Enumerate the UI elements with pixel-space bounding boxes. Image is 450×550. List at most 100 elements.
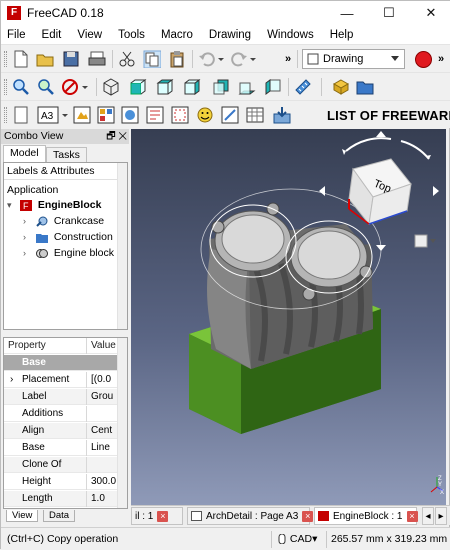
toolbar-overflow-icon[interactable]: » xyxy=(285,53,291,65)
close-tab-icon[interactable]: × xyxy=(157,510,169,522)
open-folder-icon[interactable] xyxy=(36,50,54,68)
toolbar-grip[interactable] xyxy=(4,107,7,123)
chevron-right-icon[interactable]: › xyxy=(23,245,33,261)
property-value[interactable]: 1.0 xyxy=(88,491,118,507)
property-row[interactable]: Align Cent xyxy=(4,423,118,439)
view-isometric-icon[interactable] xyxy=(102,78,120,96)
redo-icon[interactable] xyxy=(230,50,248,68)
float-panel-icon[interactable]: 🗗 xyxy=(106,131,115,142)
property-value[interactable]: 300.0 xyxy=(88,474,118,490)
annotation-icon[interactable] xyxy=(146,106,164,124)
nav-arrow-left-icon[interactable] xyxy=(319,186,325,196)
chevron-down-icon[interactable] xyxy=(430,239,436,243)
undo-dropdown-icon[interactable] xyxy=(217,50,225,68)
print-icon[interactable] xyxy=(88,50,106,68)
paste-icon[interactable] xyxy=(168,50,186,68)
ortho-views-icon[interactable] xyxy=(97,106,115,124)
clip-group-icon[interactable] xyxy=(171,106,189,124)
menu-macro[interactable]: Macro xyxy=(153,29,201,41)
property-value[interactable]: Line xyxy=(88,440,118,456)
undo-icon[interactable] xyxy=(198,50,216,68)
cut-icon[interactable] xyxy=(118,50,136,68)
export-page-icon[interactable] xyxy=(273,106,291,124)
draw-style-icon[interactable] xyxy=(61,78,79,96)
open-browser-view-icon[interactable] xyxy=(121,106,139,124)
view-menu-cube-icon[interactable] xyxy=(414,234,428,248)
menu-tools[interactable]: Tools xyxy=(110,29,153,41)
tree-item-document[interactable]: ▾ F EngineBlock xyxy=(7,197,101,213)
nav-arrow-right-icon[interactable] xyxy=(433,186,439,196)
menu-edit[interactable]: Edit xyxy=(34,29,70,41)
property-value[interactable] xyxy=(88,406,118,422)
tree-item-crankcase[interactable]: › Crankcase xyxy=(23,213,104,229)
property-row[interactable]: Height 300.0 xyxy=(4,474,118,490)
property-row[interactable]: › Placement [(0.0 xyxy=(4,372,118,388)
toolbar-overflow-icon[interactable]: » xyxy=(438,53,444,65)
tab-engineblock-document[interactable]: EngineBlock : 1 × xyxy=(314,507,418,525)
property-value[interactable] xyxy=(88,457,118,473)
rotate-left-icon[interactable] xyxy=(345,137,392,152)
chevron-right-icon[interactable]: › xyxy=(23,229,33,245)
view-left-icon[interactable] xyxy=(264,78,282,96)
new-a3-page-icon[interactable]: A3 xyxy=(37,106,59,124)
fit-all-icon[interactable] xyxy=(12,78,30,96)
menu-view[interactable]: View xyxy=(69,29,110,41)
toolbar-grip[interactable] xyxy=(4,51,7,67)
close-tab-icon[interactable]: × xyxy=(302,510,314,522)
view-rear-icon[interactable] xyxy=(212,78,230,96)
close-panel-icon[interactable]: ✕ xyxy=(118,131,127,142)
nav-arrow-up-icon[interactable] xyxy=(376,131,386,137)
draft-view-icon[interactable] xyxy=(221,106,239,124)
property-row[interactable]: Clone Of xyxy=(4,457,118,473)
close-tab-icon[interactable]: × xyxy=(406,510,418,522)
3d-viewport[interactable]: Top Z Y X xyxy=(131,129,446,505)
property-value[interactable]: Cent xyxy=(88,423,118,439)
tree-item-construction[interactable]: › Construction xyxy=(23,229,113,245)
chevron-down-icon[interactable]: ▾ xyxy=(7,197,17,213)
close-button[interactable]: ✕ xyxy=(411,1,450,25)
tab-drawing-page[interactable]: il : 1 × xyxy=(131,507,183,525)
insert-view-icon[interactable] xyxy=(73,106,91,124)
view-front-icon[interactable] xyxy=(129,78,147,96)
property-value[interactable]: [(0.0 xyxy=(88,372,118,388)
minimize-button[interactable]: — xyxy=(327,1,367,25)
menu-file[interactable]: File xyxy=(1,29,34,41)
tab-scroll-left[interactable]: ◂ xyxy=(422,507,434,525)
draw-style-dropdown-icon[interactable] xyxy=(81,78,89,96)
property-value[interactable]: Grou xyxy=(88,389,118,405)
fit-selection-icon[interactable] xyxy=(37,78,55,96)
property-row[interactable]: Label Grou xyxy=(4,389,118,405)
new-page-icon[interactable] xyxy=(12,106,30,124)
symbol-icon[interactable] xyxy=(196,106,214,124)
navigation-style-selector[interactable]: CAD▾ xyxy=(277,533,317,545)
menu-windows[interactable]: Windows xyxy=(259,29,322,41)
navigation-cube[interactable]: Top xyxy=(311,129,446,264)
page-template-dropdown-icon[interactable] xyxy=(61,106,69,124)
tab-tasks[interactable]: Tasks xyxy=(46,147,87,162)
nav-arrow-down-icon[interactable] xyxy=(376,245,386,251)
spreadsheet-view-icon[interactable] xyxy=(246,106,264,124)
save-icon[interactable] xyxy=(62,50,80,68)
copy-icon[interactable] xyxy=(143,50,161,68)
tab-view[interactable]: View xyxy=(6,510,39,522)
create-group-icon[interactable] xyxy=(356,78,374,96)
tree-scrollbar[interactable] xyxy=(117,163,127,329)
property-row[interactable]: Length 1.0 xyxy=(4,491,118,507)
property-scrollbar[interactable] xyxy=(117,338,127,508)
new-document-icon[interactable] xyxy=(12,50,30,68)
toolbar-grip[interactable] xyxy=(4,79,7,95)
measure-distance-icon[interactable] xyxy=(294,78,312,96)
tab-archdetail-page[interactable]: ArchDetail : Page A3 × xyxy=(187,507,314,525)
tree-item-engine-block[interactable]: › Engine block xyxy=(23,245,114,261)
create-part-icon[interactable] xyxy=(332,78,350,96)
rotate-right-icon[interactable] xyxy=(400,140,430,160)
tab-data[interactable]: Data xyxy=(43,510,76,522)
property-row[interactable]: Base Line xyxy=(4,440,118,456)
maximize-button[interactable]: ☐ xyxy=(369,1,409,25)
view-bottom-icon[interactable] xyxy=(238,78,256,96)
chevron-right-icon[interactable]: › xyxy=(23,213,33,229)
workbench-selector[interactable]: Drawing xyxy=(302,49,405,69)
property-group-base[interactable]: Base xyxy=(4,355,118,371)
menu-drawing[interactable]: Drawing xyxy=(201,29,259,41)
property-row[interactable]: Additions xyxy=(4,406,118,422)
